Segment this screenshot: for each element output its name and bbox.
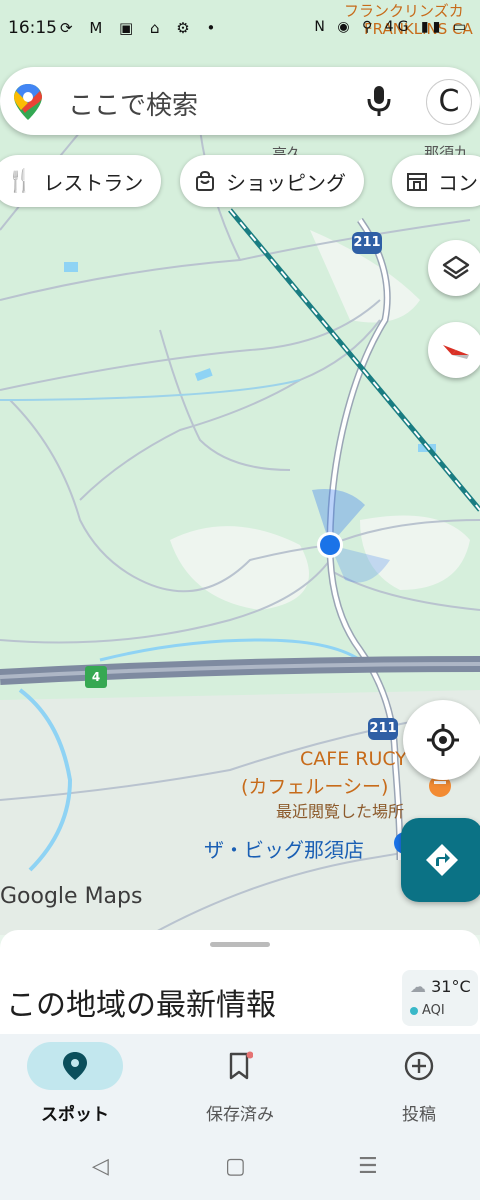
- chip-restaurant[interactable]: 🍴 レストラン: [0, 155, 162, 207]
- crosshair-icon: [427, 724, 459, 756]
- map-view[interactable]: フランクリンズカ FRANKLINS CA 高久 那須九 211 211 4 C…: [0, 0, 480, 935]
- chip-label: コン: [438, 170, 478, 195]
- tab-explore[interactable]: スポット: [0, 1042, 150, 1134]
- status-time: 16:15: [8, 18, 57, 38]
- map-canvas: [0, 119, 480, 935]
- aqi-indicator: [410, 1007, 418, 1015]
- recents-button[interactable]: ☰: [358, 1154, 378, 1179]
- weather-temperature: ☁ 31°C: [410, 977, 471, 996]
- poi-label-cafe[interactable]: CAFE RUCY: [300, 748, 407, 770]
- store-icon: [407, 173, 427, 191]
- microphone-icon[interactable]: [364, 84, 394, 118]
- system-status-icons: N ◉ ⚲ 4G ▮▮ ▭: [314, 19, 470, 35]
- restaurant-icon: 🍴: [6, 168, 34, 194]
- tab-label: 投稿: [402, 1105, 436, 1125]
- search-input[interactable]: ここで検索: [68, 85, 198, 122]
- account-avatar[interactable]: C: [426, 79, 472, 125]
- chip-label: レストラン: [43, 170, 144, 195]
- tab-icon-wrapper: [371, 1042, 467, 1090]
- temperature-value: 31°C: [431, 977, 471, 996]
- my-location-button[interactable]: [403, 700, 480, 780]
- poi-label-cafe-sub[interactable]: (カフェルーシー): [241, 772, 388, 799]
- compass-icon: [443, 345, 469, 359]
- add-circle-icon: [404, 1051, 434, 1081]
- status-bar: 16:15 ⟳ M ▣ ⌂ ⚙ • N ◉ ⚲ 4G ▮▮ ▭: [0, 0, 480, 60]
- route-shield: 211: [352, 232, 382, 254]
- layers-icon: [442, 255, 470, 280]
- home-button[interactable]: ▢: [225, 1154, 246, 1179]
- tab-label: スポット: [41, 1105, 109, 1125]
- poi-label-store[interactable]: ザ・ビッグ那須店: [204, 834, 364, 863]
- back-button[interactable]: ◁: [92, 1154, 109, 1179]
- tab-label: 保存済み: [206, 1105, 274, 1125]
- chip-label: ショッピング: [226, 170, 346, 195]
- google-maps-pin-icon: [14, 84, 42, 120]
- directions-button[interactable]: [401, 818, 480, 902]
- aqi-label: AQI: [422, 1003, 445, 1018]
- layers-button[interactable]: [428, 240, 480, 296]
- google-maps-watermark: Google Maps: [0, 884, 143, 909]
- bookmark-icon: [229, 1051, 253, 1080]
- compass-button[interactable]: [428, 322, 480, 378]
- latest-info-sheet[interactable]: この地域の最新情報 ☁ 31°C AQI: [0, 930, 480, 1040]
- expressway-shield: 4: [85, 666, 107, 688]
- chip-shopping[interactable]: ショッピング: [180, 155, 364, 207]
- chip-convenience[interactable]: コン: [392, 155, 480, 207]
- tab-saved[interactable]: 保存済み: [165, 1042, 315, 1134]
- tab-icon-wrapper: [27, 1042, 123, 1090]
- poi-recent-note: 最近閲覧した場所: [276, 802, 405, 821]
- tab-icon-wrapper: [192, 1042, 288, 1090]
- route-shield: 211: [368, 718, 398, 740]
- notification-icons: ⟳ M ▣ ⌂ ⚙ •: [60, 19, 222, 37]
- shopping-bag-icon: [196, 170, 214, 191]
- search-bar[interactable]: ここで検索 C: [0, 67, 480, 135]
- sheet-title: この地域の最新情報: [6, 988, 276, 1023]
- bottom-navigation: スポット 保存済み 投稿: [0, 1034, 480, 1140]
- sheet-drag-handle[interactable]: [210, 942, 270, 947]
- weather-badge[interactable]: ☁ 31°C AQI: [402, 970, 478, 1026]
- directions-icon: [426, 844, 458, 876]
- cloud-icon: ☁: [410, 977, 426, 996]
- explore-pin-icon: [63, 1052, 87, 1080]
- system-navigation-bar: ◁ ▢ ☰: [0, 1140, 480, 1200]
- tab-post[interactable]: 投稿: [344, 1042, 480, 1134]
